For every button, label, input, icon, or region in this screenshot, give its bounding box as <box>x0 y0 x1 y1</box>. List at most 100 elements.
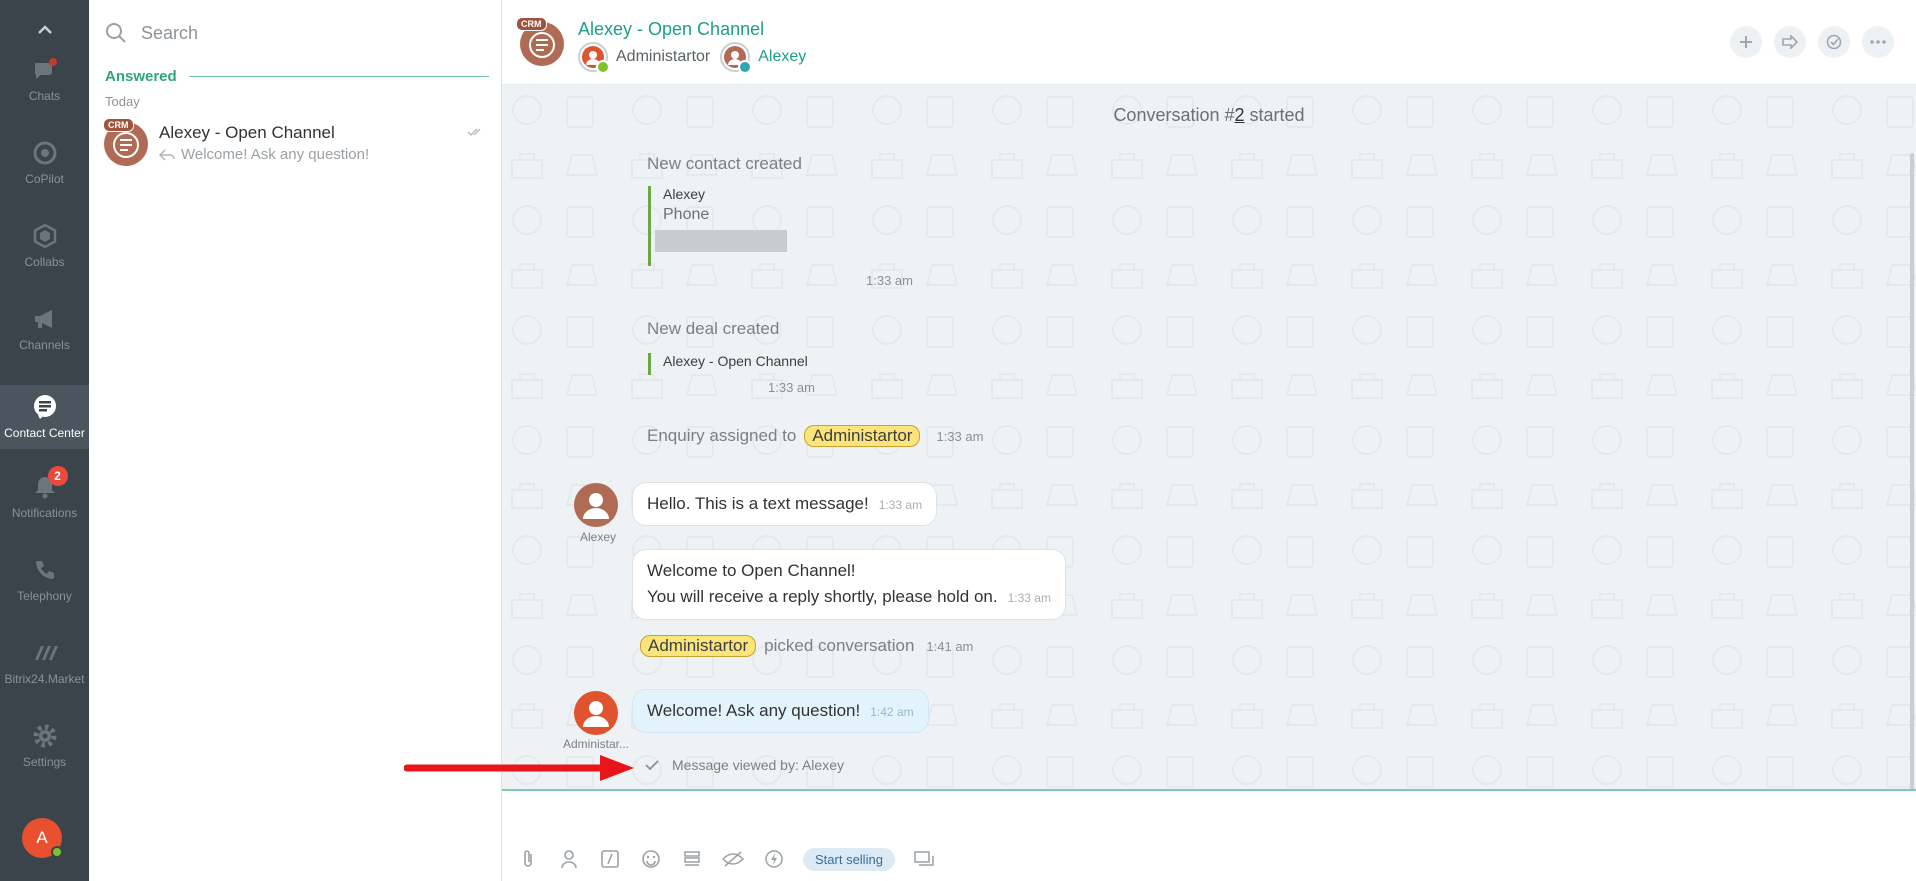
eye-off-icon <box>722 851 744 867</box>
forward-icon <box>1782 35 1798 49</box>
read-receipt: Message viewed by: Alexey <box>644 757 844 773</box>
assignment-line: Enquiry assigned to Administartor 1:33 a… <box>647 425 983 447</box>
list-item[interactable]: CRM Alexey - Open Channel Welcome! Ask a… <box>89 112 501 174</box>
sidebar-item-channels[interactable]: Channels <box>0 294 89 364</box>
conversation-start: Conversation #2 started <box>502 105 1916 126</box>
collapse-button[interactable] <box>0 10 89 50</box>
composer-toolbar: Start selling <box>516 847 953 871</box>
system-title: New contact created <box>647 154 802 173</box>
lightning-icon <box>765 850 783 868</box>
chat-avatar: CRM <box>103 118 148 166</box>
automation-button[interactable] <box>762 847 786 871</box>
sidebar-item-label: Notifications <box>11 506 78 520</box>
reply-arrow-icon <box>159 148 175 161</box>
gear-icon <box>32 723 58 749</box>
paperclip-icon <box>524 850 532 867</box>
message-bubble: Welcome! Ask any question! 1:42 am <box>632 689 929 733</box>
assigned-prefix: Enquiry assigned to <box>647 426 797 445</box>
member-name[interactable]: Administartor <box>616 48 710 66</box>
sidebar-item-market[interactable]: Bitrix24.Market <box>0 628 89 698</box>
message-text-line: Welcome to Open Channel! <box>647 561 856 580</box>
member-avatar[interactable] <box>578 42 610 74</box>
user-avatar[interactable]: A <box>22 818 63 858</box>
chat-bubbles-icon <box>32 57 58 83</box>
date-label: Today <box>105 94 140 109</box>
member-avatar[interactable] <box>720 42 753 74</box>
search-input[interactable]: Search <box>105 14 485 52</box>
phone-icon <box>32 557 58 583</box>
smile-icon <box>642 850 660 868</box>
phone-redacted <box>655 230 787 252</box>
sidebar-item-label: Collabs <box>24 255 65 269</box>
hexagon-icon <box>32 223 58 249</box>
online-status-dot <box>51 846 63 858</box>
author-name: Alexey <box>579 530 617 544</box>
sidebar-item-telephony[interactable]: Telephony <box>0 545 89 615</box>
sidebar-item-notifications[interactable]: 2 Notifications <box>0 462 89 532</box>
plus-icon <box>1740 36 1752 48</box>
contact-center-icon <box>32 394 58 420</box>
message-text-line: You will receive a reply shortly, please… <box>647 587 998 606</box>
group-header: Answered <box>105 68 489 85</box>
hidden-message-button[interactable] <box>721 847 745 871</box>
check-icon <box>645 760 659 771</box>
channel-icon <box>738 60 753 74</box>
author-name: Administar... <box>562 737 630 751</box>
sidebar-item-chats[interactable]: Chats <box>0 45 89 115</box>
message-time: 1:33 am <box>1007 591 1051 605</box>
attach-button[interactable] <box>516 847 540 871</box>
add-button[interactable] <box>1730 26 1762 58</box>
emoji-button[interactable] <box>639 847 663 871</box>
sidebar-item-label: Bitrix24.Market <box>4 672 85 686</box>
user-icon <box>583 701 609 727</box>
message-bubble: Welcome to Open Channel! You will receiv… <box>632 549 1066 620</box>
author-avatar[interactable] <box>574 483 618 527</box>
message-bubble: Hello. This is a text message! 1:33 am <box>632 482 938 526</box>
crm-badge: CRM <box>103 118 134 132</box>
transfer-button[interactable] <box>1774 26 1806 58</box>
sidebar-item-label: CoPilot <box>25 172 64 186</box>
double-check-icon <box>467 124 485 142</box>
sidebar-item-label: Telephony <box>17 589 72 603</box>
crown-icon <box>596 60 610 74</box>
sidebar-item-contact-center[interactable]: Contact Center <box>0 385 89 449</box>
contact-name-link[interactable]: Alexey <box>663 186 787 202</box>
person-icon <box>561 850 577 869</box>
contact-phone-label: Phone <box>663 206 710 223</box>
start-selling-button[interactable]: Start selling <box>803 847 895 871</box>
annotation-arrow <box>404 755 634 781</box>
chat-area: CRM Alexey - Open Channel Administartor … <box>502 0 1916 881</box>
finish-button[interactable] <box>1818 26 1850 58</box>
author-avatar[interactable] <box>574 691 618 735</box>
deal-name-link[interactable]: Alexey - Open Channel <box>663 353 808 369</box>
chat-window-button[interactable] <box>912 847 936 871</box>
user-mention-chip[interactable]: Administartor <box>804 425 921 447</box>
sidebar-item-label: Channels <box>19 338 70 352</box>
scrollbar[interactable] <box>1910 153 1914 789</box>
user-mention-chip[interactable]: Administartor <box>640 635 757 657</box>
sidebar-item-copilot[interactable]: CoPilot <box>0 128 89 198</box>
command-button[interactable] <box>598 847 622 871</box>
windows-icon <box>914 851 934 866</box>
contact-quote: Alexey Phone <box>648 186 787 266</box>
quick-answers-button[interactable] <box>680 847 704 871</box>
sidebar-item-settings[interactable]: Settings <box>0 711 89 781</box>
user-initial: A <box>36 828 48 847</box>
sidebar-item-label: Chats <box>28 89 61 103</box>
market-icon <box>32 640 58 666</box>
member-name[interactable]: Alexey <box>758 48 806 66</box>
check-circle-icon <box>1826 34 1842 50</box>
chat-preview: Welcome! Ask any question! <box>159 146 369 163</box>
sidebar-item-label: Settings <box>22 755 67 769</box>
more-button[interactable] <box>1862 26 1894 58</box>
sidebar-item-collabs[interactable]: Collabs <box>0 211 89 281</box>
chat-header-avatar[interactable]: CRM <box>516 17 564 66</box>
message-time: 1:33 am <box>768 380 815 395</box>
message-composer[interactable]: Start selling <box>502 789 1916 881</box>
conversation-number-link[interactable]: 2 <box>1235 105 1245 125</box>
app-window: Chats CoPilot Collabs Channels Contact C <box>0 0 1916 881</box>
contact-button[interactable] <box>557 847 581 871</box>
chat-title[interactable]: Alexey - Open Channel <box>578 19 764 40</box>
message-time: 1:33 am <box>936 428 984 444</box>
message-time: 1:42 am <box>870 705 914 719</box>
